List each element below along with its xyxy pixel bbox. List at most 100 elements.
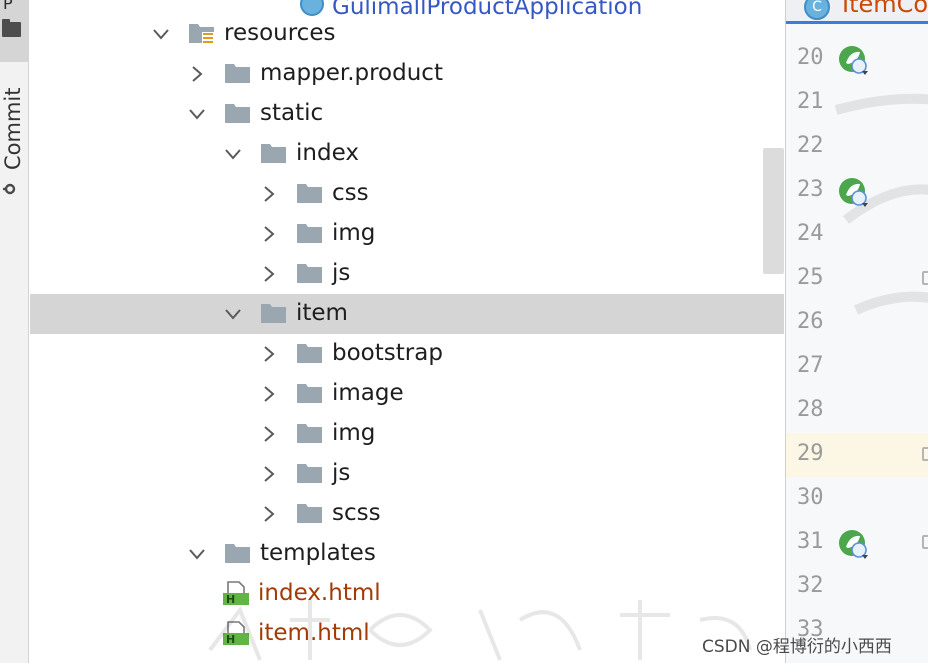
folder-icon: [296, 181, 324, 205]
project-tab-label: P: [3, 0, 13, 13]
gutter-line: 22: [786, 125, 928, 169]
tree-item-label: index: [296, 140, 359, 166]
chevron-right-icon[interactable]: [260, 465, 278, 483]
line-number: 26: [797, 309, 824, 334]
gutter-line: 30: [786, 477, 928, 521]
folder-icon: [296, 461, 324, 485]
folder-icon: [296, 341, 324, 365]
tree-item-label: image: [332, 380, 404, 406]
line-number: 32: [797, 573, 824, 598]
chevron-right-icon[interactable]: [260, 385, 278, 403]
editor-gutter-panel: C ItemCo 20 21 22 23 24 25 26 27 28 29 30 31 32 33: [785, 0, 928, 663]
folder-icon: [224, 61, 252, 85]
tree-item-css[interactable]: css: [30, 174, 784, 214]
commit-tab-label: Commit: [1, 87, 25, 171]
tree-item-image[interactable]: image: [30, 374, 784, 414]
resources-folder-icon: [188, 21, 216, 45]
chevron-right-icon[interactable]: [260, 425, 278, 443]
gutter-line: 25: [786, 257, 928, 301]
chevron-right-icon[interactable]: [260, 505, 278, 523]
gutter-line: 28: [786, 389, 928, 433]
gutter-line: 21: [786, 81, 928, 125]
chevron-down-icon[interactable]: [188, 105, 206, 123]
gutter-line: 31: [786, 521, 928, 565]
spring-web-endpoint-icon[interactable]: [838, 529, 868, 559]
tree-item-label: mapper.product: [260, 60, 443, 86]
tree-item-static[interactable]: static: [30, 94, 784, 134]
csdn-watermark: CSDN @程博衍的小西西: [702, 637, 892, 657]
chevron-right-icon[interactable]: [260, 225, 278, 243]
tree-item-label: js: [332, 460, 351, 486]
chevron-right-icon[interactable]: [188, 65, 206, 83]
gutter-line: 24: [786, 213, 928, 257]
fold-marker-icon[interactable]: [922, 447, 928, 461]
tree-item-bootstrap[interactable]: bootstrap: [30, 334, 784, 374]
line-number: 30: [797, 485, 824, 510]
project-tree: GulimallProductApplication resources mappe…: [30, 0, 784, 663]
left-tool-strip: P Commit: [0, 0, 29, 663]
tree-item-img[interactable]: img: [30, 214, 784, 254]
line-number: 27: [797, 353, 824, 378]
fold-marker-icon[interactable]: [922, 535, 928, 549]
line-number: 23: [797, 177, 824, 202]
line-number: 25: [797, 265, 824, 290]
tree-item-label: scss: [332, 500, 381, 526]
chevron-down-icon[interactable]: [224, 305, 242, 323]
tree-item-label: static: [260, 100, 324, 126]
tree-item-js[interactable]: js: [30, 454, 784, 494]
tree-item-label: bootstrap: [332, 340, 443, 366]
tree-item-item[interactable]: item: [30, 294, 784, 334]
gutter-line: 32: [786, 565, 928, 609]
spring-request-mapping-icon[interactable]: [838, 177, 868, 207]
line-number: 21: [797, 89, 824, 114]
line-number: 29: [797, 441, 824, 466]
gutter-line: 26: [786, 301, 928, 345]
tree-item-label: img: [332, 420, 376, 446]
tree-item-img[interactable]: img: [30, 414, 784, 454]
tree-item-label: css: [332, 180, 369, 206]
tree-scrollbar-thumb[interactable]: [763, 148, 784, 274]
background-handwriting: [208, 600, 752, 661]
gutter-line: 20: [786, 37, 928, 81]
tree-item-label: item: [296, 300, 348, 326]
spring-bean-class-icon[interactable]: [838, 45, 868, 75]
project-folder-icon: [2, 19, 21, 37]
chevron-down-icon[interactable]: [188, 545, 206, 563]
chevron-down-icon[interactable]: [224, 145, 242, 163]
folder-icon: [224, 101, 252, 125]
tree-item-scss[interactable]: scss: [30, 494, 784, 534]
gutter-line: 29: [786, 433, 928, 477]
tree-item-mapper-product[interactable]: mapper.product: [30, 54, 784, 94]
class-c-icon: C: [804, 0, 830, 20]
chevron-right-icon[interactable]: [260, 345, 278, 363]
tree-item-templates[interactable]: templates: [30, 534, 784, 574]
tree-item-index[interactable]: index: [30, 134, 784, 174]
folder-icon: [260, 141, 288, 165]
line-number: 24: [797, 221, 824, 246]
chevron-right-icon[interactable]: [260, 185, 278, 203]
folder-icon: [296, 501, 324, 525]
folder-icon: [296, 421, 324, 445]
tree-item-label: img: [332, 220, 376, 246]
tree-item-label: resources: [224, 20, 336, 46]
folder-icon: [260, 301, 288, 325]
chevron-right-icon[interactable]: [260, 265, 278, 283]
tree-item-resources[interactable]: resources: [30, 14, 784, 54]
commit-tool-tab[interactable]: Commit: [0, 76, 28, 206]
folder-icon: [296, 261, 324, 285]
line-number: 28: [797, 397, 824, 422]
project-tool-tab[interactable]: P: [0, 0, 28, 62]
line-number: 31: [797, 529, 824, 554]
editor-tab-itemcontroller[interactable]: C ItemCo: [786, 0, 928, 24]
chevron-down-icon[interactable]: [152, 25, 170, 43]
editor-tab-label: ItemCo: [842, 0, 928, 18]
commit-icon: [3, 183, 16, 195]
line-number: 22: [797, 133, 824, 158]
folder-icon: [296, 381, 324, 405]
folder-icon: [224, 541, 252, 565]
fold-marker-icon[interactable]: [922, 271, 928, 285]
gutter-line: 23: [786, 169, 928, 213]
tree-item-js[interactable]: js: [30, 254, 784, 294]
tree-item-label: templates: [260, 540, 376, 566]
line-number: 20: [797, 45, 824, 70]
